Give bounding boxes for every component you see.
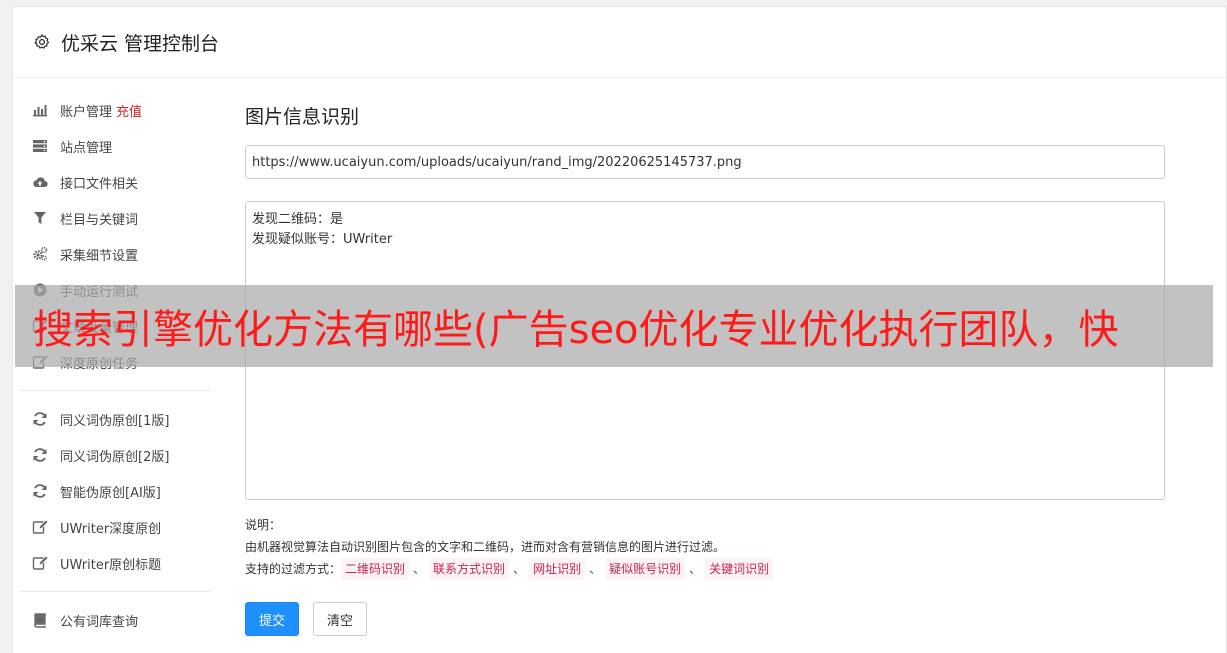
- clear-button[interactable]: 清空: [313, 602, 367, 636]
- sidebar-item-label: 站点管理: [60, 140, 113, 156]
- section-title: 图片信息识别: [245, 106, 360, 128]
- sidebar-item-label: 采集细节设置: [60, 248, 139, 264]
- sidebar-item-label: 栏目与关键词: [60, 212, 139, 228]
- sidebar-item[interactable]: UWriter深度原创: [20, 509, 210, 545]
- page-title: 优采云 管理控制台: [61, 32, 220, 55]
- filter-tag: 疑似账号识别: [605, 558, 686, 580]
- sidebar-item-label: 账户管理: [60, 104, 113, 120]
- button-group: 提交 清空: [245, 602, 1165, 636]
- description-text: 由机器视觉算法自动识别图片包含的文字和二维码，进而对含有营销信息的图片进行过滤。: [245, 540, 726, 554]
- cloud-upload-icon: [32, 174, 48, 190]
- filter-methods: 支持的过滤方式： 二维码识别、联系方式识别、网址识别、疑似账号识别、关键词识别: [245, 558, 1165, 580]
- book-icon: [32, 612, 48, 628]
- edit-icon: [32, 519, 48, 535]
- sidebar-item-label: 同义词伪原创[1版]: [60, 413, 170, 429]
- filter-separator: 、: [689, 562, 702, 576]
- sidebar-item-label: UWriter深度原创: [60, 521, 162, 537]
- sidebar-divider: [20, 390, 210, 391]
- edit-icon: [32, 555, 48, 571]
- sidebar-item-label: 接口文件相关: [60, 176, 139, 192]
- filter-tag: 联系方式识别: [429, 558, 510, 580]
- sidebar-item[interactable]: 公有词库查询: [20, 602, 210, 638]
- filter-separator: 、: [513, 562, 526, 576]
- filter-label: 支持的过滤方式：: [245, 562, 342, 576]
- sidebar-item[interactable]: 同义词伪原创[2版]: [20, 437, 210, 473]
- filter-separator: 、: [413, 562, 426, 576]
- filter-tag: 网址识别: [529, 558, 586, 580]
- sidebar-item[interactable]: 站点管理: [20, 128, 210, 164]
- console-header: 优采云 管理控制台: [13, 7, 1226, 78]
- sidebar-item-label: UWriter原创标题: [60, 557, 162, 573]
- sidebar-item[interactable]: 账户管理 充值: [20, 92, 210, 128]
- result-line: 发现疑似账号：UWriter: [252, 232, 393, 247]
- sidebar-item[interactable]: 同义词伪原创[1版]: [20, 401, 210, 437]
- recharge-link[interactable]: 充值: [116, 101, 142, 120]
- refresh-icon: [32, 447, 48, 463]
- sidebar-item[interactable]: 接口文件相关: [20, 164, 210, 200]
- description-label: 说明：: [245, 518, 282, 532]
- bar-chart-icon: [32, 102, 48, 118]
- sidebar-item[interactable]: UWriter原创标题: [20, 545, 210, 581]
- gear-icon: [34, 34, 50, 49]
- sidebar-item[interactable]: 智能伪原创[AI版]: [20, 473, 210, 509]
- description: 说明： 由机器视觉算法自动识别图片包含的文字和二维码，进而对含有营销信息的图片进…: [245, 514, 1165, 580]
- filter-tag: 二维码识别: [341, 558, 410, 580]
- image-url-input[interactable]: [245, 145, 1165, 179]
- submit-button[interactable]: 提交: [245, 602, 299, 636]
- cogs-icon: [32, 246, 48, 262]
- result-line: 发现二维码：是: [252, 212, 344, 227]
- filter-icon: [32, 210, 48, 226]
- sidebar-item-label: 同义词伪原创[2版]: [60, 449, 170, 465]
- server-icon: [32, 138, 48, 154]
- filter-tag: 关键词识别: [705, 558, 774, 580]
- sidebar-divider: [20, 591, 210, 592]
- sidebar-item[interactable]: 栏目与关键词: [20, 200, 210, 236]
- filter-separator: 、: [589, 562, 602, 576]
- refresh-icon: [32, 411, 48, 427]
- sidebar-item[interactable]: 采集细节设置: [20, 236, 210, 272]
- sidebar-item-label: 公有词库查询: [60, 614, 139, 630]
- refresh-icon: [32, 483, 48, 499]
- sidebar-item-label: 智能伪原创[AI版]: [60, 485, 161, 501]
- overlay-banner: 搜索引擎优化方法有哪些(广告seo优化专业优化执行团队，快: [15, 285, 1213, 367]
